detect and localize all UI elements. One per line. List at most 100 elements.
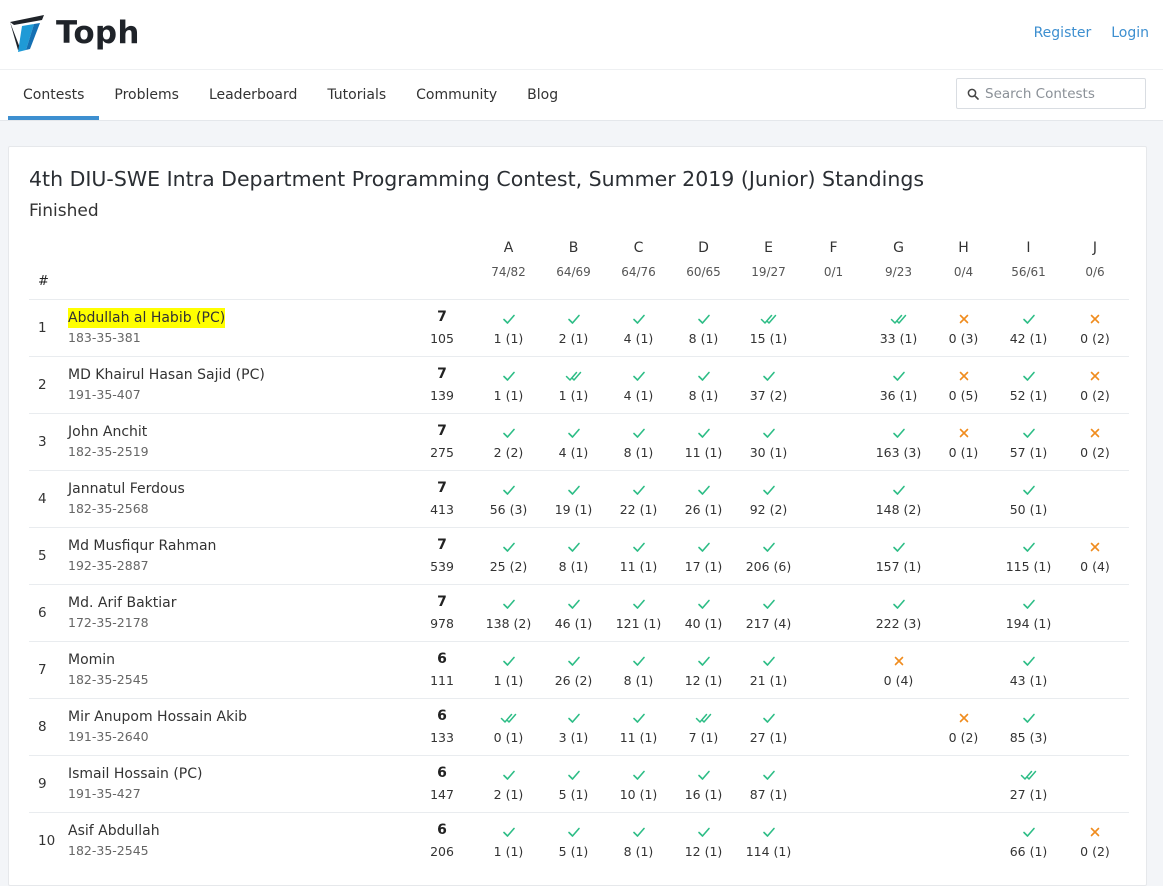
problem-result-cell[interactable]: 37 (2) (736, 357, 801, 414)
problem-result-cell[interactable]: 2 (2) (476, 414, 541, 471)
problem-result-cell[interactable]: 114 (1) (736, 813, 801, 870)
problem-result-cell[interactable]: 50 (1) (996, 471, 1061, 528)
problem-column-header[interactable]: B 64/69 (541, 235, 606, 300)
problem-column-header[interactable]: A 74/82 (476, 235, 541, 300)
problem-result-cell[interactable]: 16 (1) (671, 756, 736, 813)
problem-result-cell[interactable]: 163 (3) (866, 414, 931, 471)
problem-result-cell[interactable]: 26 (1) (671, 471, 736, 528)
problem-result-cell[interactable]: 40 (1) (671, 585, 736, 642)
problem-column-header[interactable]: I 56/61 (996, 235, 1061, 300)
problem-result-cell[interactable]: 43 (1) (996, 642, 1061, 699)
problem-result-cell[interactable]: 11 (1) (606, 528, 671, 585)
nav-leaderboard[interactable]: Leaderboard (194, 70, 312, 120)
problem-result-cell[interactable]: 30 (1) (736, 414, 801, 471)
problem-result-cell[interactable]: 0 (2) (931, 699, 996, 756)
contestant-name[interactable]: Md. Arif Baktiar (68, 593, 176, 613)
brand-logo-link[interactable]: Toph (8, 12, 140, 54)
problem-result-cell[interactable]: 206 (6) (736, 528, 801, 585)
problem-result-cell[interactable]: 92 (2) (736, 471, 801, 528)
problem-result-cell[interactable]: 0 (2) (1061, 357, 1129, 414)
nav-problems[interactable]: Problems (99, 70, 194, 120)
contestant-name[interactable]: Mir Anupom Hossain Akib (68, 707, 247, 727)
problem-result-cell[interactable]: 11 (1) (671, 414, 736, 471)
problem-result-cell[interactable]: 19 (1) (541, 471, 606, 528)
problem-column-header[interactable]: F 0/1 (801, 235, 866, 300)
problem-result-cell[interactable]: 8 (1) (671, 300, 736, 357)
search-input[interactable] (985, 79, 1140, 108)
login-link[interactable]: Login (1111, 25, 1149, 41)
problem-result-cell[interactable]: 3 (1) (541, 699, 606, 756)
problem-result-cell[interactable]: 46 (1) (541, 585, 606, 642)
problem-result-cell[interactable]: 121 (1) (606, 585, 671, 642)
problem-result-cell[interactable]: 1 (1) (476, 813, 541, 870)
problem-result-cell[interactable]: 27 (1) (996, 756, 1061, 813)
problem-column-header[interactable]: H 0/4 (931, 235, 996, 300)
problem-result-cell[interactable]: 4 (1) (541, 414, 606, 471)
problem-result-cell[interactable]: 0 (4) (866, 642, 931, 699)
problem-result-cell[interactable]: 148 (2) (866, 471, 931, 528)
problem-result-cell[interactable]: 12 (1) (671, 642, 736, 699)
problem-result-cell[interactable]: 4 (1) (606, 300, 671, 357)
problem-result-cell[interactable]: 0 (4) (1061, 528, 1129, 585)
contestant-name[interactable]: MD Khairul Hasan Sajid (PC) (68, 365, 265, 385)
problem-result-cell[interactable]: 1 (1) (476, 642, 541, 699)
contestant-name[interactable]: Asif Abdullah (68, 821, 160, 841)
problem-result-cell[interactable]: 0 (1) (476, 699, 541, 756)
problem-result-cell[interactable]: 5 (1) (541, 813, 606, 870)
problem-result-cell[interactable]: 12 (1) (671, 813, 736, 870)
problem-result-cell[interactable]: 217 (4) (736, 585, 801, 642)
contestant-name[interactable]: Momin (68, 650, 115, 670)
problem-result-cell[interactable]: 52 (1) (996, 357, 1061, 414)
problem-column-header[interactable]: E 19/27 (736, 235, 801, 300)
problem-result-cell[interactable]: 4 (1) (606, 357, 671, 414)
problem-result-cell[interactable]: 66 (1) (996, 813, 1061, 870)
contestant-name[interactable]: Md Musfiqur Rahman (68, 536, 216, 556)
problem-result-cell[interactable]: 1 (1) (541, 357, 606, 414)
problem-result-cell[interactable]: 8 (1) (606, 813, 671, 870)
problem-result-cell[interactable]: 194 (1) (996, 585, 1061, 642)
problem-result-cell[interactable]: 222 (3) (866, 585, 931, 642)
problem-result-cell[interactable]: 56 (3) (476, 471, 541, 528)
problem-result-cell[interactable]: 15 (1) (736, 300, 801, 357)
problem-result-cell[interactable]: 10 (1) (606, 756, 671, 813)
contestant-name[interactable]: Abdullah al Habib (PC) (68, 308, 226, 328)
problem-column-header[interactable]: G 9/23 (866, 235, 931, 300)
problem-result-cell[interactable]: 8 (1) (606, 642, 671, 699)
problem-result-cell[interactable]: 0 (3) (931, 300, 996, 357)
problem-result-cell[interactable]: 87 (1) (736, 756, 801, 813)
problem-result-cell[interactable]: 21 (1) (736, 642, 801, 699)
problem-result-cell[interactable]: 8 (1) (671, 357, 736, 414)
problem-column-header[interactable]: C 64/76 (606, 235, 671, 300)
problem-result-cell[interactable]: 115 (1) (996, 528, 1061, 585)
nav-tutorials[interactable]: Tutorials (312, 70, 401, 120)
problem-result-cell[interactable]: 2 (1) (476, 756, 541, 813)
problem-column-header[interactable]: D 60/65 (671, 235, 736, 300)
problem-result-cell[interactable]: 1 (1) (476, 357, 541, 414)
problem-result-cell[interactable]: 33 (1) (866, 300, 931, 357)
contestant-name[interactable]: John Anchit (68, 422, 147, 442)
nav-community[interactable]: Community (401, 70, 512, 120)
problem-result-cell[interactable]: 0 (2) (1061, 414, 1129, 471)
contestant-name[interactable]: Ismail Hossain (PC) (68, 764, 202, 784)
problem-result-cell[interactable]: 17 (1) (671, 528, 736, 585)
problem-result-cell[interactable]: 138 (2) (476, 585, 541, 642)
problem-result-cell[interactable]: 0 (5) (931, 357, 996, 414)
problem-result-cell[interactable]: 85 (3) (996, 699, 1061, 756)
nav-contests[interactable]: Contests (8, 70, 100, 120)
problem-result-cell[interactable]: 0 (2) (1061, 813, 1129, 870)
problem-result-cell[interactable]: 1 (1) (476, 300, 541, 357)
nav-blog[interactable]: Blog (512, 70, 573, 120)
problem-result-cell[interactable]: 157 (1) (866, 528, 931, 585)
problem-result-cell[interactable]: 8 (1) (541, 528, 606, 585)
problem-result-cell[interactable]: 8 (1) (606, 414, 671, 471)
register-link[interactable]: Register (1034, 25, 1092, 41)
problem-result-cell[interactable]: 57 (1) (996, 414, 1061, 471)
problem-result-cell[interactable]: 26 (2) (541, 642, 606, 699)
problem-column-header[interactable]: J 0/6 (1061, 235, 1129, 300)
problem-result-cell[interactable]: 2 (1) (541, 300, 606, 357)
problem-result-cell[interactable]: 11 (1) (606, 699, 671, 756)
problem-result-cell[interactable]: 0 (2) (1061, 300, 1129, 357)
problem-result-cell[interactable]: 22 (1) (606, 471, 671, 528)
contestant-name[interactable]: Jannatul Ferdous (68, 479, 185, 499)
problem-result-cell[interactable]: 27 (1) (736, 699, 801, 756)
